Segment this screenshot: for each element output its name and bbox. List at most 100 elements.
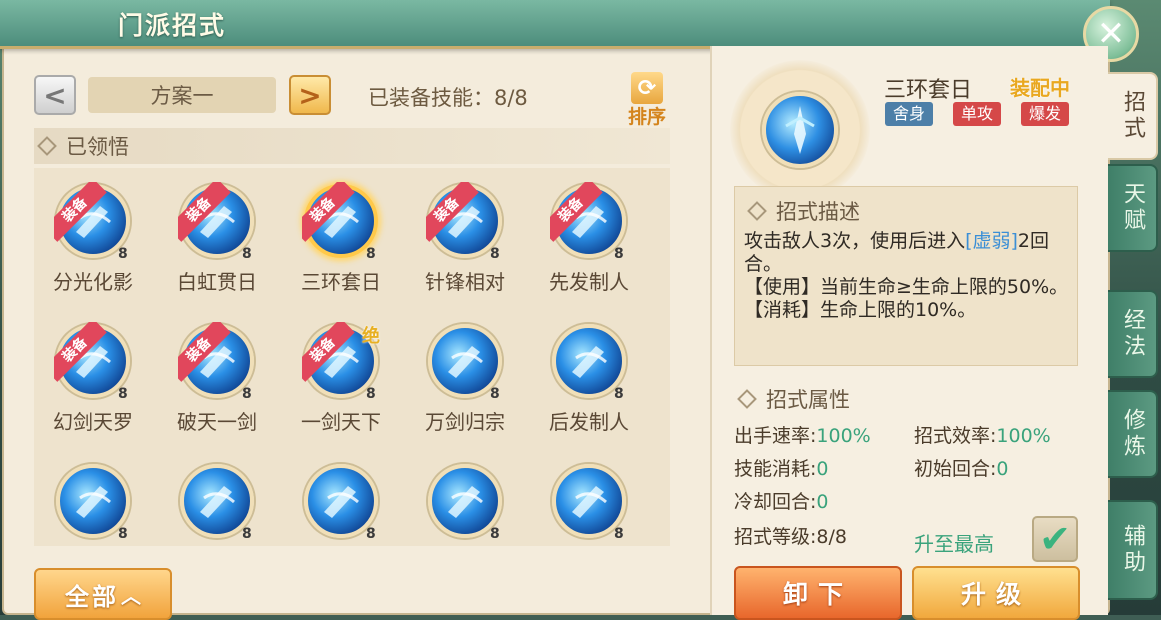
skill-level: 8 [118,386,128,402]
equipped-ribbon: 装备 [54,322,124,392]
diamond-icon [747,201,767,221]
skill-name: 分光化影 [53,270,133,294]
skill-slot[interactable]: 8 [286,450,396,546]
description-text: 攻击敌人3次，使用后进入[虚弱]2回合。 【使用】当前生命≥生命上限的50%。 … [744,230,1070,322]
equipped-count: 已装备技能：8/8 [368,86,528,110]
chevron-right-icon: > [298,78,322,112]
description-title: 招式描述 [744,196,860,226]
skill-slot[interactable]: 装备 8 分光化影 [38,170,148,294]
desc-use: 【使用】当前生命≥生命上限的50%。 [744,276,1069,298]
ultimate-badge: 绝 [362,326,380,347]
equipped-ribbon: 装备 [54,182,124,252]
attributes-title: 招式属性 [734,384,850,414]
equipped-ribbon: 装备 [178,182,248,252]
skill-level: 8 [614,246,624,262]
learned-section-label: 已领悟 [66,135,129,159]
skill-level: 8 [366,386,376,402]
tab-assist[interactable]: 辅助 [1108,500,1158,600]
chevron-up-icon: ︿ [121,583,141,608]
skill-name: 万剑归宗 [425,410,505,434]
tab-talent[interactable]: 天赋 [1108,164,1158,252]
attr-cooldown: 冷却回合:0 [734,491,829,513]
upgrade-button[interactable]: 升级 [912,566,1080,620]
plan-name: 方案一 [88,77,276,113]
debuff-link[interactable]: [虚弱] [965,230,1018,252]
skill-level: 8 [490,246,500,262]
unequip-button[interactable]: 卸下 [734,566,902,620]
attributes-title-label: 招式属性 [766,388,850,412]
attr-level: 招式等级:8/8 [734,526,847,548]
upgrade-max-checkbox[interactable]: ✔ [1032,516,1078,562]
skill-level: 8 [118,246,128,262]
equipped-ribbon-label: 装备 [178,182,231,242]
tab-skills[interactable]: 招式 [1108,72,1158,160]
skill-level: 8 [366,246,376,262]
skill-slot[interactable]: 8 [162,450,272,546]
skill-grid: 装备 8 分光化影 装备 8 白虹贯日 装备 8 三环套日 装备 8 针锋相对 装备 8 先发制人 装备 8 幻剑… [34,168,670,546]
next-plan-button[interactable]: > [289,75,331,115]
skill-level: 8 [614,526,624,542]
skill-slot[interactable]: 装备 8 针锋相对 [410,170,520,294]
skill-slot[interactable]: 装备 8 破天一剑 [162,310,272,434]
skill-name: 三环套日 [301,270,381,294]
skill-level: 8 [242,526,252,542]
skill-level: 8 [118,526,128,542]
equipped-ribbon-label: 装备 [54,182,107,242]
skill-slot[interactable]: 装备 8 幻剑天罗 [38,310,148,434]
skill-tag: 单攻 [953,102,1002,126]
diamond-icon [737,389,757,409]
equipped-status: 装配中 [1010,76,1070,100]
skill-slot[interactable]: 装备 8 白虹贯日 [162,170,272,294]
skill-tag: 舍身 [885,102,934,126]
skill-name: 后发制人 [549,410,629,434]
skill-name: 针锋相对 [425,270,505,294]
skill-slot[interactable]: 8 [38,450,148,546]
skill-name: 破天一剑 [177,410,257,434]
skill-level: 8 [366,526,376,542]
skill-level: 8 [490,526,500,542]
equipped-ribbon: 装备 [550,182,620,252]
attr-efficiency: 招式效率:100% [914,425,1051,447]
refresh-icon: ⟳ [631,72,663,104]
filter-all-button[interactable]: 全部 ︿ [34,568,172,620]
skill-name: 幻剑天罗 [53,410,133,434]
tab-scripture[interactable]: 经法 [1108,290,1158,378]
skill-name: 一剑天下 [301,410,381,434]
equipped-ribbon: 装备 [426,182,496,252]
skill-tag: 爆发 [1021,102,1070,126]
equipped-ribbon-label: 装备 [302,322,355,382]
skill-level: 8 [614,386,624,402]
filter-label: 全部 [65,582,119,611]
equipped-ribbon-label: 装备 [302,182,355,242]
prev-plan-button[interactable]: < [34,75,76,115]
attr-speed: 出手速率:100% [734,425,871,447]
equipped-ribbon: 装备 [178,322,248,392]
skill-slot[interactable]: 8 [410,450,520,546]
skill-name: 先发制人 [549,270,629,294]
equipped-ribbon-label: 装备 [426,182,479,242]
skill-slot[interactable]: 8 后发制人 [534,310,644,434]
skill-name: 白虹贯日 [177,270,257,294]
skill-slot[interactable]: 8 万剑归宗 [410,310,520,434]
description-title-label: 招式描述 [776,200,860,224]
skill-slot[interactable]: 装备 8 三环套日 [286,170,396,294]
equipped-ribbon: 装备 [302,182,372,252]
equipped-ribbon-label: 装备 [54,322,107,382]
skill-level: 8 [242,246,252,262]
selected-skill-name: 三环套日 [884,78,973,103]
skill-slot[interactable]: 装备绝 8 一剑天下 [286,310,396,434]
equipped-ribbon-label: 装备 [178,322,231,382]
selected-skill-icon [762,92,838,168]
desc-line1-pre: 攻击敌人3次，使用后进入 [744,230,966,252]
attr-cost: 技能消耗:0 [734,458,829,480]
skill-slot[interactable]: 装备 8 先发制人 [534,170,644,294]
desc-cost: 【消耗】生命上限的10%。 [744,299,977,321]
skill-slot[interactable]: 8 [534,450,644,546]
upgrade-max-label: 升至最高 [914,532,994,556]
learned-section-header: 已领悟 [34,128,670,164]
sort-label: 排序 [627,106,666,128]
tab-cultivate[interactable]: 修炼 [1108,390,1158,478]
checkmark-icon: ✔ [1039,517,1071,561]
diamond-icon [37,136,57,156]
sort-button[interactable]: ⟳ 排序 [622,72,672,130]
